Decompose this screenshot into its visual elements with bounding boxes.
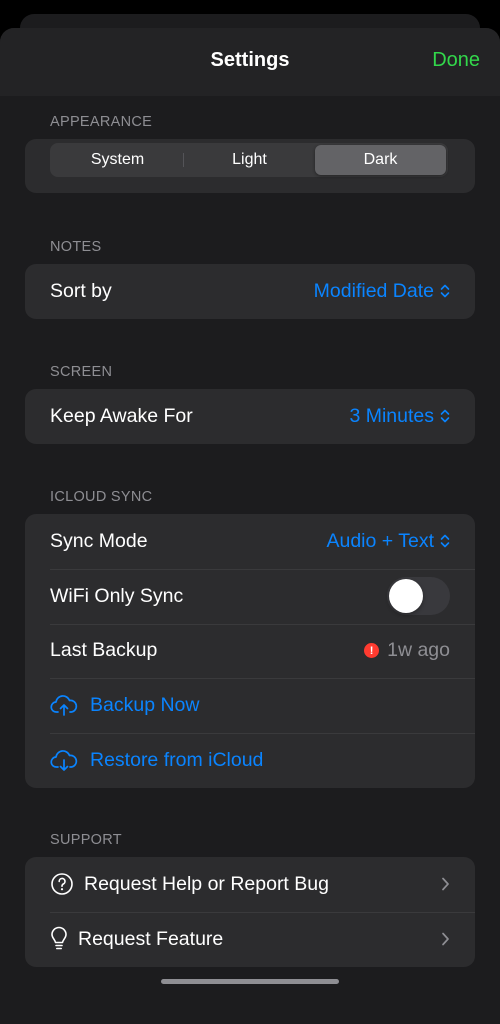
appearance-group: System Light Dark bbox=[25, 139, 475, 193]
toggle-knob bbox=[389, 579, 423, 614]
keep-awake-label: Keep Awake For bbox=[50, 404, 193, 427]
sync-mode-label: Sync Mode bbox=[50, 529, 148, 552]
last-backup-status: ! 1w ago bbox=[364, 639, 450, 662]
up-down-chevron-icon bbox=[440, 410, 450, 423]
request-help-row[interactable]: Request Help or Report Bug bbox=[25, 857, 475, 912]
sync-mode-value: Audio + Text bbox=[326, 529, 434, 552]
sort-by-label: Sort by bbox=[50, 279, 112, 302]
backup-now-label: Backup Now bbox=[90, 694, 200, 717]
icloud-section-header: ICLOUD SYNC bbox=[50, 489, 153, 505]
last-backup-value: 1w ago bbox=[387, 639, 450, 662]
keep-awake-row[interactable]: Keep Awake For 3 Minutes bbox=[25, 389, 475, 444]
request-feature-label: Request Feature bbox=[78, 927, 224, 950]
notes-group: Sort by Modified Date bbox=[25, 264, 475, 319]
appearance-option-system[interactable]: System bbox=[52, 145, 183, 175]
sort-by-row[interactable]: Sort by Modified Date bbox=[25, 264, 475, 319]
backup-now-button[interactable]: Backup Now bbox=[25, 678, 475, 733]
keep-awake-picker[interactable]: 3 Minutes bbox=[349, 405, 450, 428]
screen-section-header: SCREEN bbox=[50, 364, 113, 380]
wifi-only-sync-row: WiFi Only Sync bbox=[25, 568, 475, 624]
notes-section-header: NOTES bbox=[50, 239, 102, 255]
appearance-option-dark[interactable]: Dark bbox=[315, 145, 446, 175]
sync-mode-picker[interactable]: Audio + Text bbox=[326, 530, 450, 553]
icloud-group: Sync Mode Audio + Text WiFi Only Sync La… bbox=[25, 514, 475, 788]
keep-awake-value: 3 Minutes bbox=[349, 404, 434, 427]
home-indicator bbox=[161, 979, 339, 984]
restore-from-icloud-label: Restore from iCloud bbox=[90, 749, 264, 772]
sync-mode-row[interactable]: Sync Mode Audio + Text bbox=[25, 514, 475, 569]
settings-sheet: Settings Done APPEARANCE System Light Da… bbox=[0, 28, 500, 1024]
last-backup-row: Last Backup ! 1w ago bbox=[25, 623, 475, 679]
screen-group: Keep Awake For 3 Minutes bbox=[25, 389, 475, 444]
cloud-upload-icon bbox=[50, 694, 78, 718]
wifi-only-sync-label: WiFi Only Sync bbox=[50, 584, 184, 607]
sort-by-value: Modified Date bbox=[313, 279, 434, 302]
page-title: Settings bbox=[210, 49, 290, 71]
done-button[interactable]: Done bbox=[432, 49, 480, 72]
request-help-label: Request Help or Report Bug bbox=[84, 872, 329, 895]
appearance-section-header: APPEARANCE bbox=[50, 114, 153, 130]
sort-by-picker[interactable]: Modified Date bbox=[314, 280, 450, 303]
lightbulb-icon bbox=[50, 926, 68, 952]
support-group: Request Help or Report Bug Request Featu… bbox=[25, 857, 475, 967]
alert-icon: ! bbox=[364, 643, 380, 659]
cloud-download-icon bbox=[50, 749, 78, 773]
chevron-right-icon bbox=[442, 878, 449, 891]
up-down-chevron-icon bbox=[440, 285, 450, 298]
appearance-segmented-control: System Light Dark bbox=[50, 143, 448, 177]
up-down-chevron-icon bbox=[440, 535, 450, 548]
request-feature-row[interactable]: Request Feature bbox=[25, 911, 475, 967]
chevron-right-icon bbox=[442, 932, 449, 946]
appearance-option-light[interactable]: Light bbox=[184, 145, 315, 175]
wifi-only-sync-toggle[interactable] bbox=[387, 577, 450, 616]
support-section-header: SUPPORT bbox=[50, 832, 122, 848]
question-circle-icon bbox=[50, 872, 74, 896]
last-backup-label: Last Backup bbox=[50, 639, 158, 662]
navigation-bar: Settings Done bbox=[0, 28, 500, 96]
restore-from-icloud-button[interactable]: Restore from iCloud bbox=[25, 733, 475, 788]
